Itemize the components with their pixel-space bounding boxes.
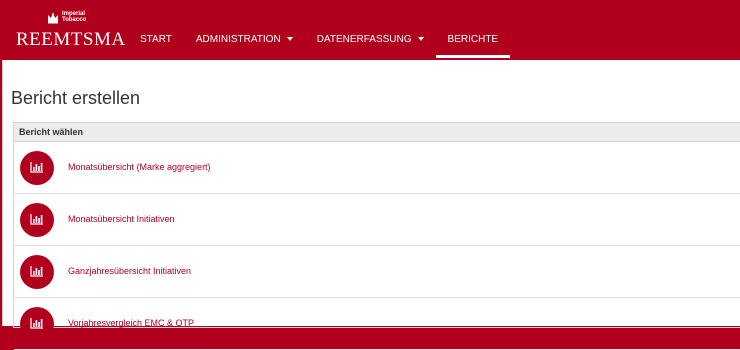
top-navbar: Imperial Tobacco REEMTSMA START ADMINIST… [0,0,740,60]
bar-chart-icon [20,151,54,185]
caret-down-icon [286,37,293,42]
main-nav: START ADMINISTRATION DATENERFASSUNG BERI… [128,0,510,58]
main-content: Bericht erstellen Bericht wählen Monatsü… [2,60,740,350]
report-link[interactable]: Vorjahresvergleich EMC & OTP [68,298,194,349]
report-item[interactable]: Vorjahresvergleich EMC & OTP [14,298,740,350]
imperial-crown-icon [48,12,58,24]
report-item[interactable]: Monatsübersicht Initiativen [14,194,740,246]
report-select-panel: Bericht wählen Monatsübersicht (Marke ag… [13,122,740,350]
brand-name: REEMTSMA [16,29,126,50]
nav-item-administration[interactable]: ADMINISTRATION [184,0,305,58]
brand-tobacco-text: Tobacco [62,17,87,23]
nav-item-berichte[interactable]: BERICHTE [435,0,511,58]
nav-item-start[interactable]: START [128,0,184,58]
nav-item-datenerfassung[interactable]: DATENERFASSUNG [305,0,436,58]
report-item[interactable]: Ganzjahresübersicht Initiativen [14,246,740,298]
report-link[interactable]: Ganzjahresübersicht Initiativen [68,246,191,297]
bar-chart-icon [20,203,54,237]
report-item[interactable]: Monatsübersicht (Marke aggregiert) [14,142,740,194]
bar-chart-icon [20,307,54,341]
caret-down-icon [417,37,424,42]
report-link[interactable]: Monatsübersicht Initiativen [68,194,175,245]
brand-logo[interactable]: Imperial Tobacco REEMTSMA [16,10,125,54]
report-link[interactable]: Monatsübersicht (Marke aggregiert) [68,142,211,193]
bar-chart-icon [20,255,54,289]
panel-heading: Bericht wählen [14,123,740,142]
page-title: Bericht erstellen [11,88,141,108]
